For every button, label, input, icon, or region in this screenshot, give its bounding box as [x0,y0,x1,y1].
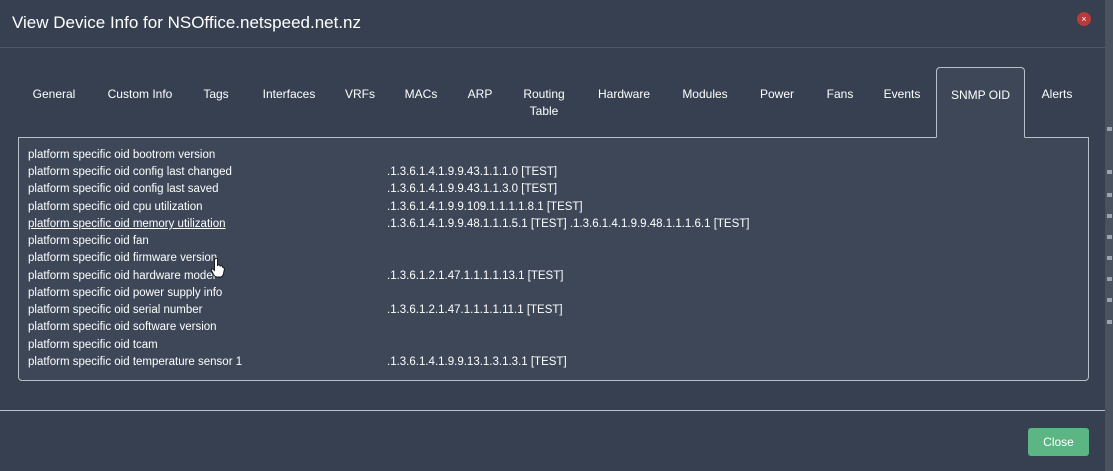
oid-row: platform specific oid hardware model .1.… [28,268,1078,285]
background-mark [1107,277,1112,281]
tab-vrfs[interactable]: VRFs [336,67,384,137]
close-icon[interactable]: × [1077,12,1091,26]
modal-title: View Device Info for NSOffice.netspeed.n… [12,13,362,32]
tab-events[interactable]: Events [874,67,930,137]
oid-name: platform specific oid fan [28,235,149,247]
tab-modules[interactable]: Modules [671,67,739,137]
oid-value: .1.3.6.1.2.1.47.1.1.1.1.13.1 [TEST] [387,270,564,282]
oid-row: platform specific oid firmware version [28,250,1078,267]
tab-power[interactable]: Power [748,67,806,137]
background-mark [1107,298,1112,302]
modal-header: View Device Info for NSOffice.netspeed.n… [0,0,1105,48]
oid-value: .1.3.6.1.4.1.9.9.13.1.3.1.3.1 [TEST] [387,356,567,368]
tab-interfaces[interactable]: Interfaces [251,67,327,137]
tab-fans[interactable]: Fans [814,67,866,137]
oid-name: platform specific oid firmware version [28,252,218,264]
oid-name: platform specific oid serial number [28,304,203,316]
tab-routing-table[interactable]: Routing Table [510,67,578,137]
oid-name: platform specific oid tcam [28,339,158,351]
background-mark [1107,320,1112,324]
oid-value: .1.3.6.1.4.1.9.9.43.1.1.1.0 [TEST] [387,166,558,178]
oid-row: platform specific oid serial number .1.3… [28,302,1078,319]
oid-row: platform specific oid cpu utilization .1… [28,199,1078,216]
tab-hardware[interactable]: Hardware [586,67,662,137]
oid-name: platform specific oid hardware model [28,270,216,282]
hand-cursor-icon [211,258,225,278]
background-mark [1107,214,1112,218]
close-button[interactable]: Close [1028,428,1089,456]
oid-row: platform specific oid config last change… [28,164,1078,181]
tab-routing-label: Routing Table [523,87,565,118]
background-mark [1107,256,1112,260]
background-mark [1107,193,1112,197]
oid-row: platform specific oid software version [28,319,1078,336]
oid-row: platform specific oid bootrom version [28,147,1078,164]
oid-row: platform specific oid tcam [28,337,1078,354]
oid-name: platform specific oid power supply info [28,287,223,299]
footer-divider [0,410,1105,411]
oid-name: platform specific oid software version [28,321,217,333]
oid-value: .1.3.6.1.4.1.9.9.48.1.1.1.5.1 [TEST] .1.… [387,218,750,230]
tab-macs[interactable]: MACs [393,67,449,137]
oid-value: .1.3.6.1.4.1.9.9.109.1.1.1.1.8.1 [TEST] [387,201,583,213]
tab-tags[interactable]: Tags [190,67,242,137]
oid-value: .1.3.6.1.2.1.47.1.1.1.1.11.1 [TEST] [387,304,563,316]
oid-name: platform specific oid cpu utilization [28,201,203,213]
oid-name: platform specific oid temperature sensor… [28,356,243,368]
background-mark [1107,170,1112,174]
snmp-oid-panel: platform specific oid bootrom version pl… [18,137,1089,381]
oid-name: platform specific oid bootrom version [28,149,216,161]
device-info-modal: View Device Info for NSOffice.netspeed.n… [0,0,1105,471]
oid-name-link[interactable]: platform specific oid memory utilization [28,216,226,233]
tab-alerts[interactable]: Alerts [1028,67,1086,137]
tab-bar: General Custom Info Tags Interfaces VRFs… [18,67,1089,138]
oid-row: platform specific oid power supply info [28,285,1078,302]
tab-general[interactable]: General [18,67,90,137]
oid-row: platform specific oid temperature sensor… [28,354,1078,371]
oid-name: platform specific oid config last saved [28,183,219,195]
oid-row: platform specific oid fan [28,233,1078,250]
oid-value: .1.3.6.1.4.1.9.9.43.1.1.3.0 [TEST] [387,183,558,195]
background-page-edge [1105,0,1113,471]
background-mark [1107,235,1112,239]
tab-custom-info[interactable]: Custom Info [97,67,183,137]
background-mark [1107,127,1112,131]
oid-row: platform specific oid memory utilization… [28,216,1078,233]
tab-arp[interactable]: ARP [457,67,503,137]
oid-name: platform specific oid config last change… [28,166,232,178]
tab-snmp-oid[interactable]: SNMP OID [936,67,1025,138]
oid-row: platform specific oid config last saved … [28,181,1078,198]
